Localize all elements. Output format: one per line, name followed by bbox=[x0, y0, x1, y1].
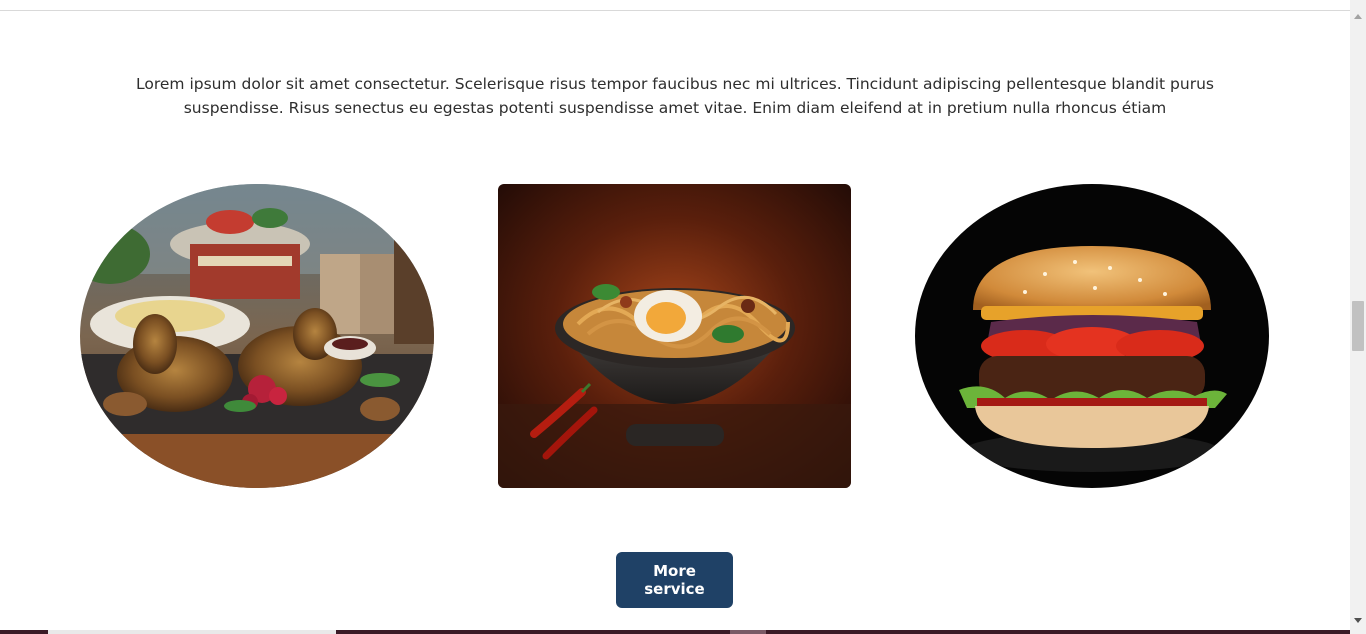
next-section-light-segment bbox=[48, 630, 336, 634]
scroll-down-arrow-icon[interactable] bbox=[1354, 618, 1362, 623]
intro-paragraph: Lorem ipsum dolor sit amet consectetur. … bbox=[136, 75, 1214, 117]
noodle-bowl-illustration bbox=[498, 184, 851, 488]
header-divider bbox=[0, 10, 1350, 11]
next-section-preview bbox=[0, 630, 1350, 634]
vertical-scrollbar[interactable] bbox=[1350, 0, 1366, 634]
food-image-noodle-bowl bbox=[498, 184, 851, 488]
food-image-burger bbox=[915, 184, 1269, 488]
next-section-accent-segment bbox=[730, 630, 766, 634]
food-image-roasted-chicken bbox=[80, 184, 434, 488]
roasted-chicken-illustration bbox=[80, 184, 434, 488]
burger-illustration bbox=[915, 184, 1269, 488]
more-service-button[interactable]: More service bbox=[616, 552, 733, 608]
scroll-up-arrow-icon[interactable] bbox=[1354, 14, 1362, 19]
scrollbar-thumb[interactable] bbox=[1352, 301, 1364, 351]
